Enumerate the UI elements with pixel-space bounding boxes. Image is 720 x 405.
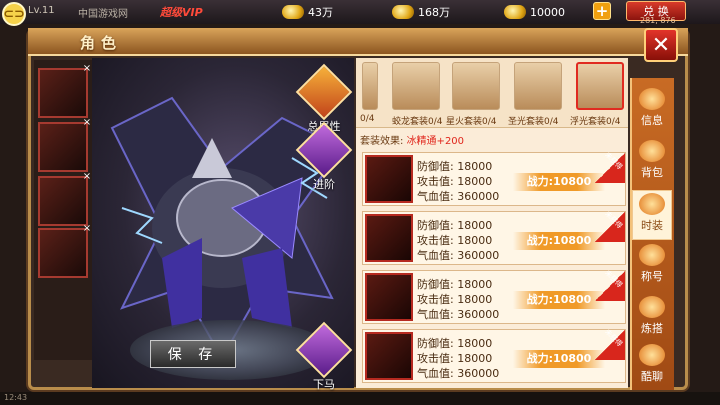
- tab-chat[interactable]: 酷聊: [632, 342, 672, 392]
- fashion-card-weapon[interactable]: 防御值: 18000 攻击值: 18000 气血值: 360000 战力:108…: [362, 151, 626, 206]
- tab-title-label: 称号: [641, 270, 663, 283]
- gold-ingot-icon: [392, 5, 414, 19]
- tab-title[interactable]: 称号: [632, 242, 672, 292]
- suit-xinghuo[interactable]: [452, 62, 500, 110]
- tab-info-label: 信息: [641, 114, 663, 127]
- suit-effect-value: 冰精通+200: [406, 136, 465, 147]
- gold-amount: 168万: [418, 6, 450, 19]
- info-icon: [639, 88, 665, 110]
- dismount-label: 下马: [313, 378, 335, 391]
- tab-fashion-label: 时装: [641, 219, 663, 232]
- dragon-helmet-icon: [365, 273, 413, 321]
- card-power: 战力:10800: [513, 173, 605, 191]
- remove-helmet-icon[interactable]: ×: [82, 172, 92, 182]
- remove-wings-icon[interactable]: ×: [82, 224, 92, 234]
- card-power: 战力:10800: [513, 291, 605, 309]
- ingot-amount: 10000: [530, 5, 565, 19]
- tab-bag[interactable]: 背包: [632, 138, 672, 188]
- bell-icon: [639, 193, 665, 215]
- card-hp: 气血值: 360000: [417, 367, 500, 380]
- silver-coin-icon: [282, 5, 304, 19]
- suit-fuguang[interactable]: [576, 62, 624, 110]
- flame-emblem-icon: [295, 63, 353, 121]
- suit-xinghuo-label: 星火套装0/4: [446, 117, 497, 127]
- fashion-card-wings[interactable]: 防御值: 18000 攻击值: 18000 气血值: 360000 战力:108…: [362, 328, 626, 383]
- server-name: 中国游戏网: [78, 9, 128, 20]
- panel-title-bar: [28, 28, 688, 56]
- recharge-plus-button[interactable]: +: [593, 2, 611, 20]
- bag-icon: [639, 140, 665, 162]
- gold-currency: 168万: [392, 2, 450, 22]
- suit-shengguang[interactable]: [514, 62, 562, 110]
- fashion-card-helmet[interactable]: 防御值: 18000 攻击值: 18000 气血值: 360000 战力:108…: [362, 269, 626, 324]
- card-defense: 防御值: 18000: [417, 160, 493, 173]
- card-attack: 攻击值: 18000: [417, 293, 493, 306]
- equip-slot-armor[interactable]: [38, 122, 88, 172]
- advance-button[interactable]: 进阶: [295, 121, 353, 192]
- card-power: 战力:10800: [513, 350, 605, 368]
- tab-chat-label: 酷聊: [641, 370, 663, 383]
- card-hp: 气血值: 360000: [417, 249, 500, 262]
- close-button[interactable]: ✕: [644, 28, 678, 62]
- equip-slot-weapon[interactable]: [38, 68, 88, 118]
- tab-forge-label: 炼搭: [641, 322, 663, 335]
- remove-armor-icon[interactable]: ×: [82, 118, 92, 128]
- suit-effect-label: 套装效果:: [360, 136, 404, 147]
- suit-effect: 套装效果: 冰精通+200: [360, 132, 464, 147]
- sword-icon: [365, 155, 413, 203]
- suit-fuguang-label: 浮光套装0/4: [570, 117, 621, 127]
- ingot-currency: 10000: [504, 2, 565, 22]
- suit-jiaolong-label: 蛟龙套装0/4: [392, 117, 443, 127]
- suit-jiaolong[interactable]: [392, 62, 440, 110]
- tab-forge[interactable]: 炼搭: [632, 294, 672, 344]
- clock: 12:43: [4, 393, 28, 402]
- tab-fashion[interactable]: 时装: [632, 190, 672, 240]
- tab-info[interactable]: 信息: [632, 86, 672, 136]
- wings-icon: [365, 332, 413, 380]
- card-defense: 防御值: 18000: [417, 278, 493, 291]
- save-button[interactable]: 保 存: [150, 340, 236, 368]
- card-attack: 攻击值: 18000: [417, 234, 493, 247]
- chat-icon: [639, 344, 665, 366]
- forge-icon: [639, 296, 665, 318]
- vip-badge[interactable]: 超级VIP: [160, 4, 203, 20]
- horse-emblem-icon: [295, 321, 353, 379]
- armor-icon: [365, 214, 413, 262]
- fashion-card-armor[interactable]: 防御值: 18000 攻击值: 18000 气血值: 360000 战力:108…: [362, 210, 626, 265]
- phoenix-emblem-icon: [295, 121, 353, 179]
- yuanbao-icon: [504, 5, 526, 19]
- suit-partial-label: 0/4: [360, 114, 375, 124]
- advance-label: 进阶: [313, 178, 335, 191]
- equip-slot-helmet[interactable]: [38, 176, 88, 226]
- suit-partial[interactable]: [362, 62, 378, 110]
- card-attack: 攻击值: 18000: [417, 352, 493, 365]
- exchange-counter: 281, 876: [640, 16, 676, 25]
- silver-amount: 43万: [308, 6, 333, 19]
- card-defense: 防御值: 18000: [417, 219, 493, 232]
- suit-shengguang-label: 圣光套装0/4: [508, 117, 559, 127]
- dismount-button[interactable]: 下马: [295, 321, 353, 392]
- panel-title: 角色: [80, 34, 123, 52]
- remove-weapon-icon[interactable]: ×: [82, 64, 92, 74]
- player-level: Lv.11: [28, 5, 55, 16]
- card-defense: 防御值: 18000: [417, 337, 493, 350]
- card-power: 战力:10800: [513, 232, 605, 250]
- card-hp: 气血值: 360000: [417, 308, 500, 321]
- bottom-bar: 12:43: [0, 392, 720, 405]
- title-icon: [639, 244, 665, 266]
- tab-bag-label: 背包: [641, 166, 663, 179]
- game-logo-icon[interactable]: ⊂⊃: [2, 2, 26, 26]
- silver-currency: 43万: [282, 2, 333, 22]
- card-attack: 攻击值: 18000: [417, 175, 493, 188]
- equip-slot-wings[interactable]: [38, 228, 88, 278]
- card-hp: 气血值: 360000: [417, 190, 500, 203]
